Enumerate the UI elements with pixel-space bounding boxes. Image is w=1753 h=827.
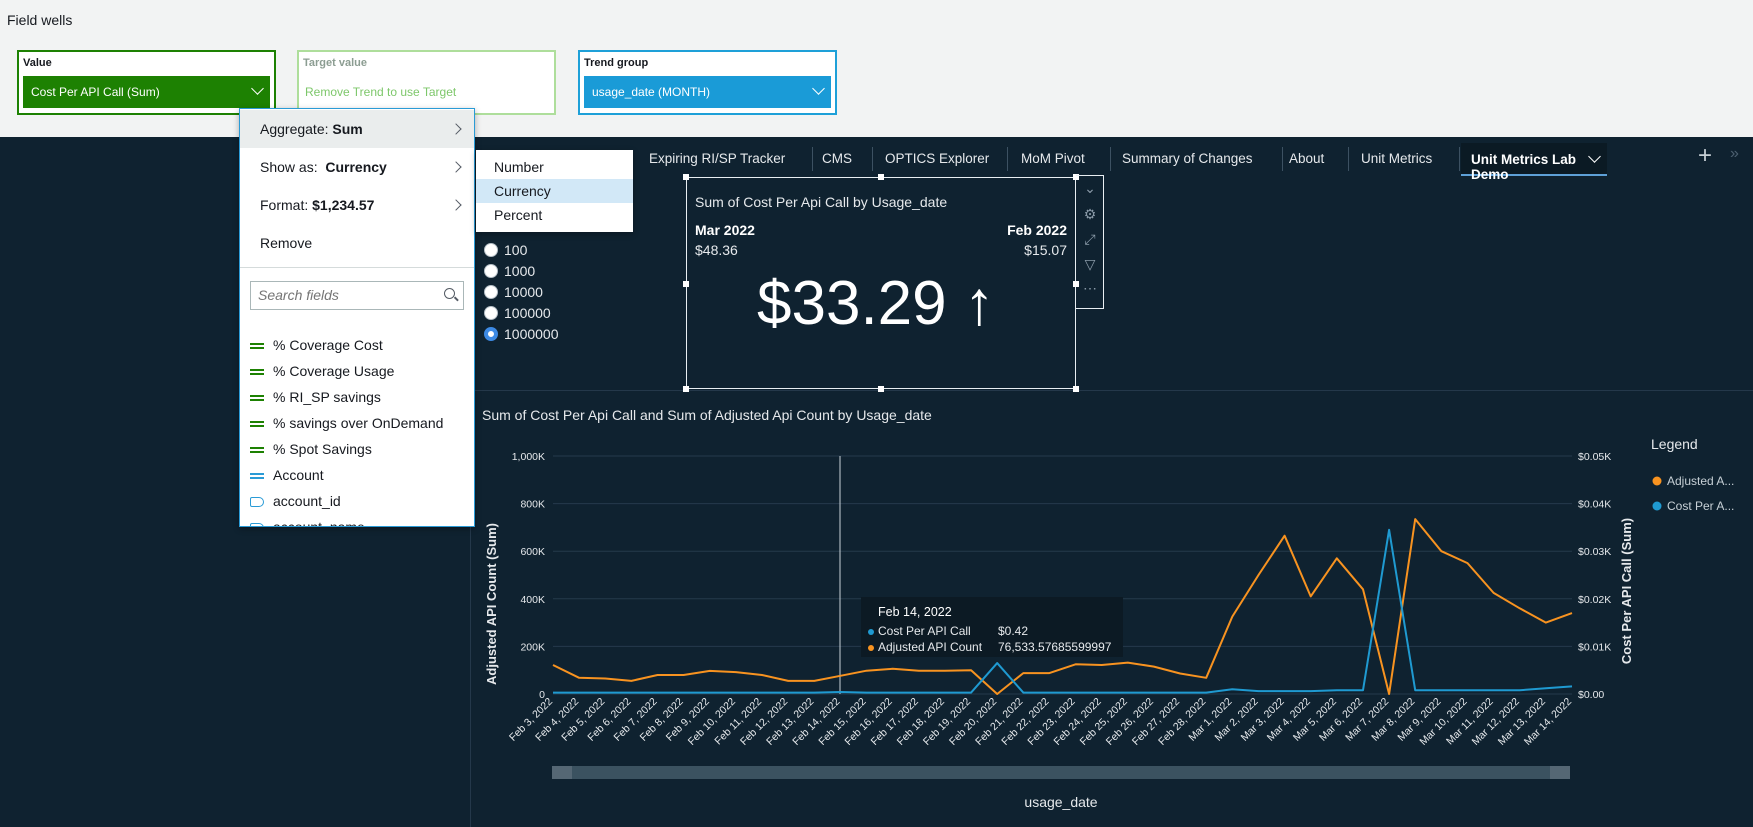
field-item[interactable]: % savings over OnDemand [250,415,443,431]
scrollbar-thumb[interactable] [572,766,1550,779]
tooltip-dot-blue [868,629,874,635]
field-name: account_id [273,493,341,509]
chevron-right-icon [450,161,462,173]
tooltip-row-label: Cost Per API Call [878,624,971,638]
field-item[interactable]: % Spot Savings [250,441,372,457]
y-axis-ticks: 0200K400K600K800K1,000K [512,451,545,701]
field-name: % Coverage Cost [273,337,383,353]
chevron-right-icon [450,123,462,135]
y2-tick-label: $0.02K [1578,594,1611,606]
legend-swatch-orange [1652,476,1662,486]
y2-axis-label: Cost Per API Call (Sum) [1619,518,1634,664]
field-item[interactable]: % Coverage Cost [250,337,383,353]
format-label: Format: [260,197,309,213]
x-axis-label: usage_date [1024,794,1097,810]
tooltip-row-count: Adjusted API Count 76,533.57685599997 [868,640,1111,654]
field-name: % Spot Savings [273,441,372,457]
field-context-menu: Aggregate: Sum Show as: Currency Format:… [239,108,475,527]
legend-item-cost[interactable]: Cost Per A... [1667,499,1734,513]
y2-tick-label: $0.01K [1578,641,1611,653]
field-list: % Coverage Cost % Coverage Usage % RI_SP… [240,321,474,526]
menu-item-remove[interactable]: Remove [240,224,474,262]
submenu-item-currency[interactable]: Currency [476,179,633,203]
x-axis-ticks: Feb 3, 2022Feb 4, 2022Feb 5, 2022Feb 6, … [507,696,1574,748]
measure-icon [250,341,264,351]
submenu-item-percent[interactable]: Percent [476,203,633,227]
search-icon [444,288,455,299]
menu-divider [240,267,474,268]
menu-item-show-as[interactable]: Show as: Currency [240,148,474,186]
tooltip-row-label: Adjusted API Count [878,640,983,654]
measure-icon [250,445,264,455]
menu-item-aggregate[interactable]: Aggregate: Sum [240,110,474,148]
search-fields-input[interactable] [251,282,431,307]
y-tick-label: 200K [520,641,545,653]
field-item[interactable]: Account [250,467,324,483]
show-as-submenu: Number Currency Percent [476,150,633,232]
field-name: % RI_SP savings [273,389,381,405]
measure-icon [250,393,264,403]
field-item[interactable]: % RI_SP savings [250,389,381,405]
field-item[interactable]: account_name [250,519,365,526]
field-name: Account [273,467,324,483]
field-search-box [250,281,464,310]
chart-tooltip: Feb 14, 2022 Cost Per API Call $0.42 Adju… [861,597,1123,657]
menu-item-format[interactable]: Format: $1,234.57 [240,186,474,224]
format-value: $1,234.57 [312,197,375,213]
submenu-item-number[interactable]: Number [476,155,633,179]
y2-tick-label: $0.05K [1578,451,1611,463]
chart-zoom-scrollbar[interactable] [552,766,1570,779]
field-name: % savings over OnDemand [273,415,444,431]
y-tick-label: 1,000K [512,451,545,463]
chart-gridlines [553,455,1572,695]
y2-tick-label: $0.00 [1578,689,1604,701]
y-tick-label: 400K [520,594,545,606]
y2-tick-label: $0.04K [1578,499,1611,511]
chart-title: Sum of Cost Per Api Call and Sum of Adju… [482,407,932,423]
field-name: account_name [273,519,365,526]
legend-swatch-blue [1652,501,1662,511]
legend-item-adjusted[interactable]: Adjusted A... [1667,474,1734,488]
field-item[interactable]: % Coverage Usage [250,363,394,379]
field-item[interactable]: account_id [250,493,341,509]
dimension-icon [250,471,264,481]
field-name: % Coverage Usage [273,363,395,379]
show-as-label: Show as: [260,159,318,175]
tooltip-row-value: 76,533.57685599997 [998,640,1112,654]
string-tag-icon [250,497,264,508]
tooltip-row-value: $0.42 [998,624,1029,638]
tooltip-dot-orange [868,645,874,651]
tooltip-row-cost: Cost Per API Call $0.42 [868,624,1028,638]
tooltip-date: Feb 14, 2022 [878,605,952,619]
show-as-value: Currency [325,159,387,175]
chevron-right-icon [450,199,462,211]
y-tick-label: 800K [520,499,545,511]
y-tick-label: 600K [520,546,545,558]
measure-icon [250,367,264,377]
legend-title: Legend [1651,436,1698,452]
y-axis-label: Adjusted API Count (Sum) [484,523,499,685]
y2-tick-label: $0.03K [1578,546,1611,558]
y2-axis-ticks: $0.00 $0.01K $0.02K $0.03K $0.04K $0.05K [1578,451,1611,701]
measure-icon [250,419,264,429]
aggregate-value: Sum [332,121,363,137]
string-tag-icon [250,523,264,526]
aggregate-label: Aggregate: [260,121,329,137]
